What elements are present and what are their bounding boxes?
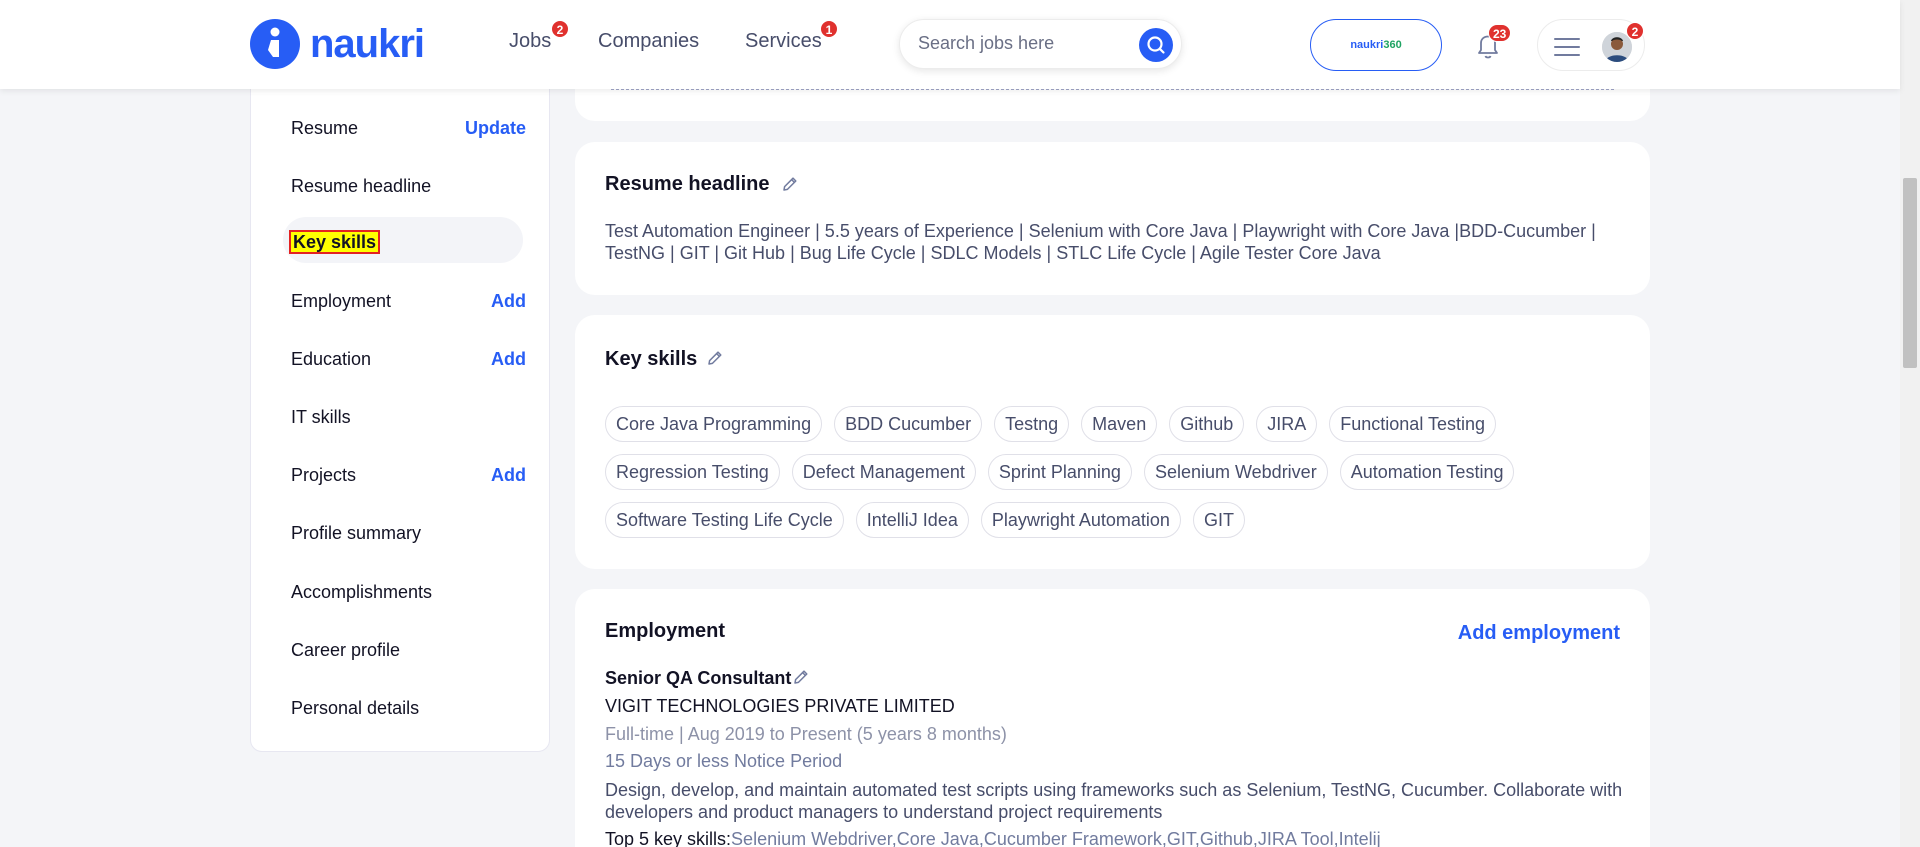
add-employment-link[interactable]: Add employment: [1458, 622, 1620, 645]
sidebar-item-personal-details[interactable]: Personal details: [291, 686, 526, 730]
employment-top-skills: Top 5 key skills:Selenium Webdriver,Core…: [605, 829, 1381, 847]
search-icon: [1147, 36, 1165, 54]
nav-jobs-label: Jobs: [509, 30, 552, 52]
top-navbar: naukri Jobs 2 Companies Services 1 naukr…: [0, 0, 1900, 89]
edit-employment-icon[interactable]: [792, 668, 810, 686]
nav-jobs[interactable]: Jobs: [509, 30, 551, 53]
key-skills-card: Key skills Core Java Programming BDD Cuc…: [575, 315, 1650, 569]
sidebar-item-profile-summary[interactable]: Profile summary: [291, 511, 526, 555]
employment-description-line-1: Design, develop, and maintain automated …: [605, 780, 1623, 800]
skill-chip[interactable]: JIRA: [1256, 406, 1318, 442]
employment-card: Employment Add employment Senior QA Cons…: [575, 589, 1650, 847]
headline-line-2: TestNG | GIT | Git Hub | Bug Life Cycle …: [605, 243, 1381, 263]
sidebar-item-label: Employment: [291, 291, 392, 311]
resume-upload-dashed-border: [611, 89, 1614, 90]
skill-chip[interactable]: Sprint Planning: [987, 454, 1132, 490]
skill-chip[interactable]: Playwright Automation: [980, 502, 1181, 538]
sidebar-item-label: Career profile: [291, 640, 401, 660]
key-skills-list: Core Java Programming BDD Cucumber Testn…: [605, 406, 1625, 550]
employment-duration: Full-time | Aug 2019 to Present (5 years…: [605, 724, 1007, 744]
scrollbar-thumb[interactable]: [1903, 178, 1917, 368]
naukri360-button[interactable]: naukri360: [1310, 19, 1442, 71]
top-skills-value: Selenium Webdriver,Core Java,Cucumber Fr…: [731, 829, 1381, 847]
sidebar-item-key-skills[interactable]: Key skills: [288, 222, 526, 266]
skill-chip[interactable]: Github: [1169, 406, 1245, 442]
skill-chip[interactable]: Testng: [994, 406, 1070, 442]
page-scrollbar[interactable]: [1900, 0, 1920, 847]
sidebar-item-label: Personal details: [291, 698, 420, 718]
sidebar-item-label: Key skills: [288, 230, 381, 254]
resume-update-link[interactable]: Update: [465, 118, 526, 139]
employment-add-link[interactable]: Add: [491, 291, 526, 312]
sidebar-item-employment[interactable]: Employment Add: [291, 279, 526, 323]
sidebar-item-label: Education: [291, 349, 372, 369]
sidebar-item-career-profile[interactable]: Career profile: [291, 628, 526, 672]
edit-key-skills-icon[interactable]: [706, 349, 724, 367]
resume-headline-title: Resume headline: [605, 173, 770, 195]
employment-company: VIGIT TECHNOLOGIES PRIVATE LIMITED: [605, 696, 955, 716]
sidebar-item-resume-headline[interactable]: Resume headline: [291, 164, 526, 208]
projects-add-link[interactable]: Add: [491, 465, 526, 486]
employment-designation: Senior QA Consultant: [605, 668, 792, 688]
resume-headline-text: Test Automation Engineer | 5.5 years of …: [605, 220, 1615, 264]
headline-line-1: Test Automation Engineer | 5.5 years of …: [605, 221, 1596, 241]
menu-badge: 2: [1626, 22, 1644, 40]
employment-description-line-2: developers and product managers to under…: [605, 802, 1163, 822]
nav-services-label: Services: [745, 30, 822, 52]
skill-chip[interactable]: Regression Testing: [605, 454, 780, 490]
search-input[interactable]: [918, 33, 1118, 54]
skill-chip[interactable]: Core Java Programming: [605, 406, 823, 442]
hamburger-icon: [1554, 38, 1580, 62]
skill-chip[interactable]: Defect Management: [791, 454, 976, 490]
sidebar-item-label: Resume headline: [291, 176, 432, 196]
sidebar-item-label: Accomplishments: [291, 582, 433, 602]
skill-chip[interactable]: Selenium Webdriver: [1143, 454, 1328, 490]
skill-chip[interactable]: Functional Testing: [1329, 406, 1497, 442]
sidebar-item-label: Profile summary: [291, 523, 422, 543]
skill-chip[interactable]: Maven: [1081, 406, 1158, 442]
key-skills-title: Key skills: [605, 348, 698, 370]
services-badge: 1: [820, 20, 838, 38]
nav-services[interactable]: Services: [745, 30, 822, 53]
quick-links-sidebar: Resume Update Resume headline Key skills…: [250, 60, 550, 752]
naukri-logo-text: naukri: [310, 22, 425, 66]
employment-description: Design, develop, and maintain automated …: [605, 779, 1625, 823]
sidebar-item-projects[interactable]: Projects Add: [291, 453, 526, 497]
skill-chip[interactable]: BDD Cucumber: [834, 406, 983, 442]
notifications-badge: 23: [1488, 24, 1512, 42]
sidebar-item-accomplishments[interactable]: Accomplishments: [291, 570, 526, 614]
education-add-link[interactable]: Add: [491, 349, 526, 370]
employment-notice-period: 15 Days or less Notice Period: [605, 751, 843, 771]
sidebar-item-education[interactable]: Education Add: [291, 337, 526, 381]
sidebar-item-label: Projects: [291, 465, 357, 485]
naukri360-prefix: naukri: [1350, 39, 1384, 51]
skill-chip[interactable]: GIT: [1192, 502, 1245, 538]
resume-headline-card: Resume headline Test Automation Engineer…: [575, 142, 1650, 295]
sidebar-item-label: IT skills: [291, 407, 351, 427]
nav-companies[interactable]: Companies: [598, 30, 699, 53]
skill-chip[interactable]: IntelliJ Idea: [855, 502, 969, 538]
skill-chip[interactable]: Automation Testing: [1339, 454, 1515, 490]
search-button[interactable]: [1139, 28, 1173, 62]
jobs-badge: 2: [551, 20, 569, 38]
employment-title: Employment: [605, 620, 726, 642]
sidebar-item-it-skills[interactable]: IT skills: [291, 395, 526, 439]
top-skills-label: Top 5 key skills:: [605, 829, 732, 847]
edit-headline-icon[interactable]: [781, 175, 799, 193]
nav-companies-label: Companies: [598, 30, 700, 52]
skill-chip[interactable]: Software Testing Life Cycle: [605, 502, 844, 538]
naukri-logo[interactable]: naukri: [250, 19, 425, 69]
search-bar: [899, 19, 1182, 69]
naukri-logo-icon: [250, 19, 300, 69]
naukri360-suffix: 360: [1383, 39, 1402, 51]
sidebar-item-resume[interactable]: Resume Update: [291, 106, 526, 150]
sidebar-item-label: Resume: [291, 118, 359, 138]
